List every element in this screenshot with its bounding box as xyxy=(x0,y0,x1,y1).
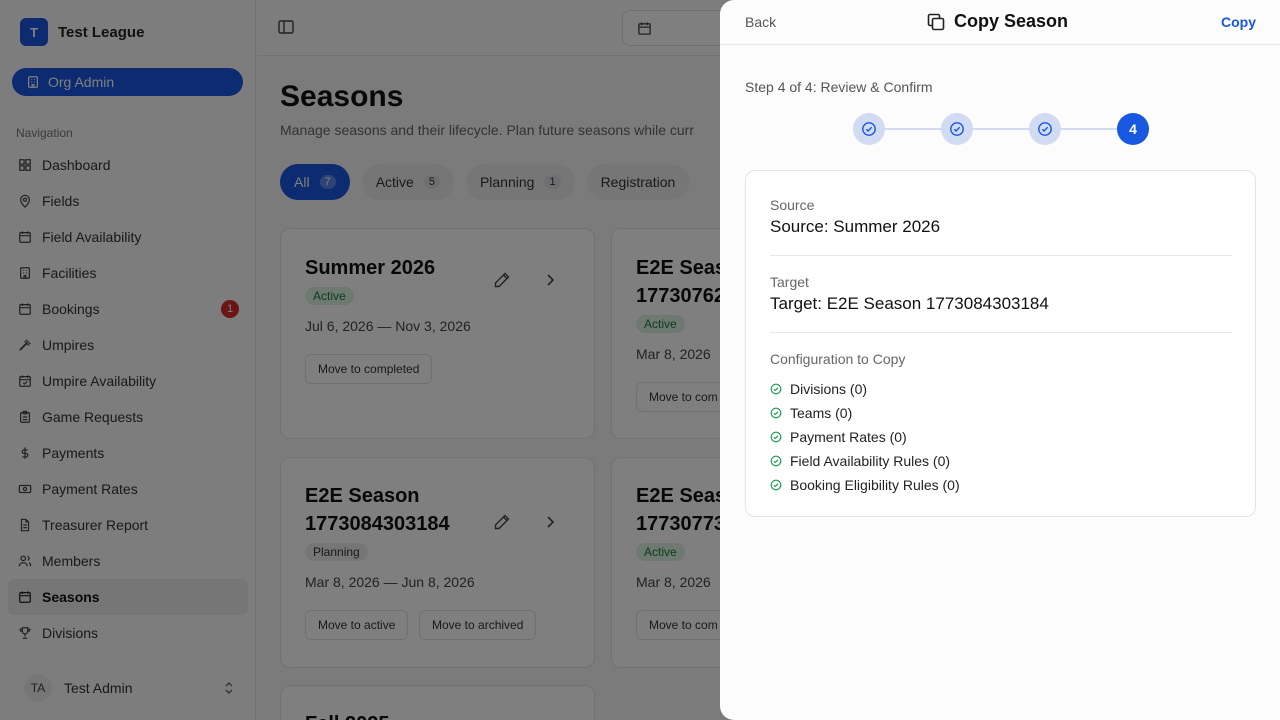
list-item: Divisions (0) xyxy=(770,377,960,401)
step-1-complete xyxy=(853,113,885,145)
step-4-current: 4 xyxy=(1117,113,1149,145)
stepper: 4 xyxy=(853,113,1149,145)
review-card: Source Source: Summer 2026 Target Target… xyxy=(745,170,1256,517)
step-connector xyxy=(885,128,941,130)
list-item: Payment Rates (0) xyxy=(770,425,960,449)
copy-button[interactable]: Copy xyxy=(1221,14,1256,30)
target-label: Target xyxy=(770,274,809,290)
panel-title-text: Copy Season xyxy=(954,11,1069,31)
check-circle-icon xyxy=(862,122,876,136)
check-circle-icon xyxy=(770,383,782,395)
check-circle-icon xyxy=(1038,122,1052,136)
config-label: Configuration to Copy xyxy=(770,351,906,367)
panel-title: Copy Season xyxy=(926,11,1068,32)
config-item-label: Teams (0) xyxy=(790,405,853,421)
check-circle-icon xyxy=(950,122,964,136)
list-item: Field Availability Rules (0) xyxy=(770,449,960,473)
check-circle-icon xyxy=(770,455,782,467)
copy-season-panel: Back Copy Season Copy Step 4 of 4: Revie… xyxy=(720,0,1280,720)
target-value: Target: E2E Season 1773084303184 xyxy=(770,294,1049,313)
step-label: Step 4 of 4: Review & Confirm xyxy=(745,79,933,95)
step-connector xyxy=(1061,128,1117,130)
check-circle-icon xyxy=(770,431,782,443)
source-label: Source xyxy=(770,197,815,213)
divider xyxy=(770,332,1232,333)
step-2-complete xyxy=(941,113,973,145)
check-circle-icon xyxy=(770,479,782,491)
config-item-label: Payment Rates (0) xyxy=(790,429,907,445)
config-item-label: Booking Eligibility Rules (0) xyxy=(790,477,960,493)
list-item: Booking Eligibility Rules (0) xyxy=(770,473,960,497)
source-value: Source: Summer 2026 xyxy=(770,217,941,236)
list-item: Teams (0) xyxy=(770,401,960,425)
config-item-label: Field Availability Rules (0) xyxy=(790,453,951,469)
check-circle-icon xyxy=(770,407,782,419)
step-connector xyxy=(973,128,1029,130)
panel-header: Back Copy Season Copy xyxy=(720,0,1280,45)
back-button[interactable]: Back xyxy=(745,14,776,30)
config-item-label: Divisions (0) xyxy=(790,381,868,397)
config-list: Divisions (0) Teams (0) Payment Rates (0… xyxy=(770,377,960,497)
step-3-complete xyxy=(1029,113,1061,145)
divider xyxy=(770,255,1232,256)
copy-icon xyxy=(927,13,945,30)
